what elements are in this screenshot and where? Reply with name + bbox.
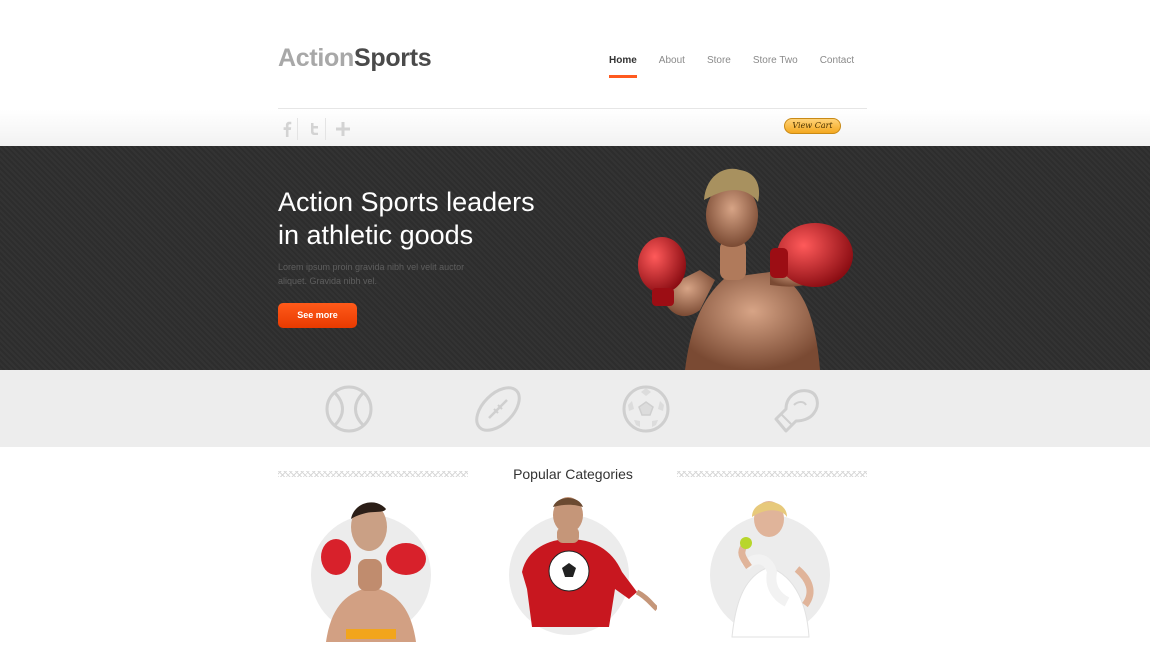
nav-store[interactable]: Store: [696, 54, 742, 78]
site-logo[interactable]: ActionSports: [278, 44, 432, 73]
boxing-glove-icon[interactable]: [770, 383, 822, 435]
hero-title-line-1: Action Sports leaders: [278, 187, 535, 217]
header-divider: [278, 108, 867, 109]
nav-contact[interactable]: Contact: [809, 54, 865, 78]
nav-store-two[interactable]: Store Two: [742, 54, 809, 78]
tennis-ball-icon[interactable]: [323, 383, 375, 435]
plus-icon[interactable]: [332, 118, 354, 140]
sports-icon-band: [0, 370, 1150, 447]
logo-part-1: Action: [278, 44, 354, 72]
decorative-zigzag-left: [278, 471, 468, 477]
hero-banner: Action Sports leaders in athletic goods …: [0, 146, 1150, 370]
nav-home[interactable]: Home: [598, 54, 648, 78]
social-links: [276, 118, 360, 140]
hero-title-line-2: in athletic goods: [278, 220, 474, 250]
categories-header: Popular Categories: [278, 466, 867, 486]
category-soccer[interactable]: [497, 497, 657, 642]
soccer-ball-icon[interactable]: [620, 383, 672, 435]
twitter-icon[interactable]: [304, 118, 326, 140]
main-nav: Home About Store Store Two Contact: [598, 54, 865, 78]
view-cart-button[interactable]: View Cart: [784, 118, 841, 134]
decorative-zigzag-right: [677, 471, 867, 477]
hero-title: Action Sports leaders in athletic goods: [278, 186, 578, 252]
category-boxing[interactable]: [296, 497, 456, 642]
facebook-icon[interactable]: [276, 118, 298, 140]
football-icon[interactable]: [472, 383, 524, 435]
site-header: ActionSports Home About Store Store Two …: [0, 0, 1150, 146]
see-more-button[interactable]: See more: [278, 303, 357, 328]
nav-about[interactable]: About: [648, 54, 696, 78]
boxer-image: [638, 168, 853, 370]
logo-part-2: Sports: [353, 44, 432, 72]
categories-title: Popular Categories: [513, 466, 633, 482]
category-fitness[interactable]: [697, 497, 857, 642]
hero-description: Lorem ipsum proin gravida nibh vel velit…: [278, 262, 465, 286]
